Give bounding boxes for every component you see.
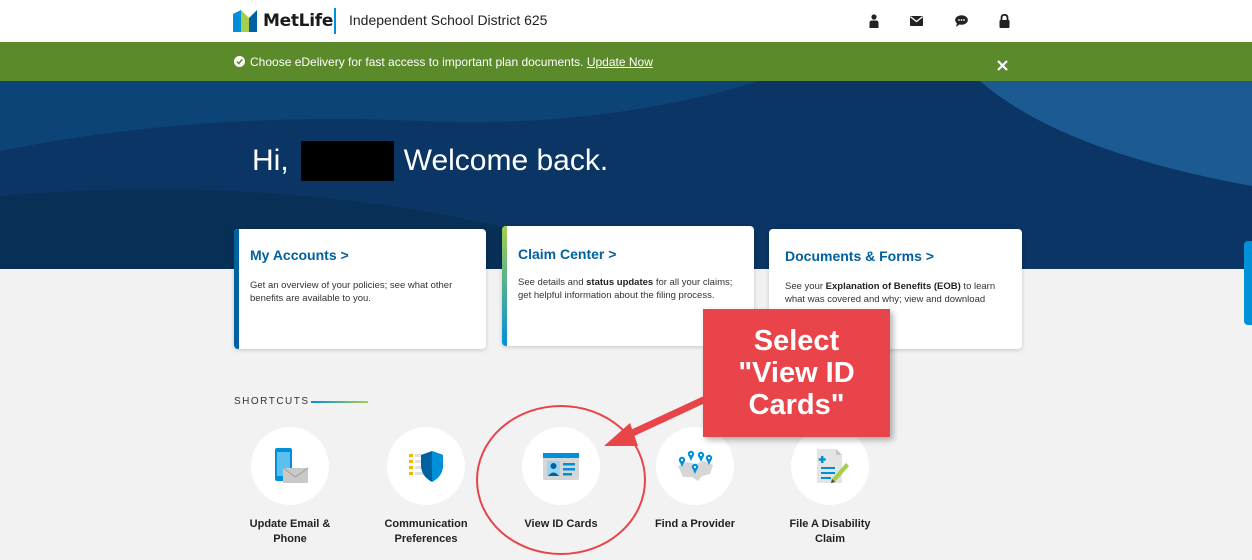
metlife-logo[interactable]: MetLife — [233, 9, 333, 33]
callout-line: Cards" — [748, 389, 845, 421]
header-divider — [334, 8, 336, 34]
my-accounts-title[interactable]: My Accounts > — [250, 247, 349, 263]
mail-icon[interactable] — [908, 13, 924, 29]
check-circle-icon — [234, 56, 245, 67]
doc-pen-icon — [791, 427, 869, 505]
shortcut-label: Update Email & Phone — [249, 518, 331, 545]
documents-forms-title[interactable]: Documents & Forms > — [785, 248, 934, 264]
claim-center-description: See details and status updates for all y… — [518, 276, 732, 302]
shortcut-view-id-cards[interactable]: View ID Cards — [501, 427, 621, 532]
shortcut-label: File A Disability Claim — [789, 518, 871, 545]
documents-forms-description: See your Explanation of Benefits (EOB) t… — [785, 280, 995, 306]
card-desc-line: See details and status updates for all y… — [518, 277, 733, 288]
banner-text: Choose eDelivery for fast access to impo… — [250, 55, 584, 69]
phone-mail-icon — [251, 427, 329, 505]
brand-name: MetLife — [263, 11, 334, 31]
lock-icon[interactable] — [996, 13, 1012, 29]
metlife-logo-mark-icon — [233, 10, 257, 32]
banner-message: Choose eDelivery for fast access to impo… — [250, 55, 653, 69]
card-desc-line: benefits are available to you. — [250, 293, 371, 304]
id-card-icon — [522, 427, 600, 505]
card-accent-bar — [502, 226, 507, 346]
shortcut-update-email-phone[interactable]: Update Email & Phone — [230, 427, 350, 547]
my-accounts-description: Get an overview of your policies; see wh… — [250, 279, 452, 305]
chat-icon[interactable] — [953, 13, 969, 29]
shortcut-label: Communication Preferences — [384, 518, 468, 545]
shortcut-find-a-provider[interactable]: Find a Provider — [635, 427, 755, 532]
claim-center-title[interactable]: Claim Center > — [518, 246, 616, 262]
card-desc-line: Get an overview of your policies; see wh… — [250, 280, 453, 291]
redacted-name — [300, 141, 394, 181]
shield-doc-icon — [387, 427, 465, 505]
shortcut-file-disability-claim[interactable]: File A Disability Claim — [770, 427, 890, 547]
person-icon[interactable] — [866, 13, 882, 29]
card-desc-line: See your Explanation of Benefits (EOB) t… — [785, 281, 996, 292]
update-now-link[interactable]: Update Now — [587, 55, 653, 69]
close-icon — [997, 60, 1008, 71]
card-desc-line: what was covered and why; view and downl… — [785, 294, 986, 305]
page: MetLife Independent School District 625 … — [0, 0, 1252, 560]
map-pins-icon — [656, 427, 734, 505]
organization-name: Independent School District 625 — [349, 12, 548, 28]
my-accounts-card[interactable]: My Accounts > Get an overview of your po… — [234, 229, 486, 349]
top-header: MetLife Independent School District 625 — [0, 0, 1252, 42]
edelivery-banner: Choose eDelivery for fast access to impo… — [0, 42, 1252, 81]
welcome-greeting: Hi, Welcome back. — [252, 141, 608, 181]
annotation-callout: Select "View ID Cards" — [703, 309, 890, 437]
shortcuts-underline — [311, 401, 368, 403]
greeting-suffix: Welcome back. — [403, 144, 609, 177]
shortcuts-heading: SHORTCUTS — [234, 396, 310, 407]
shortcut-communication-preferences[interactable]: Communication Preferences — [366, 427, 486, 547]
greeting-prefix: Hi, — [252, 144, 289, 177]
shortcut-label: View ID Cards — [524, 518, 598, 530]
card-accent-bar — [234, 229, 239, 349]
side-tab-handle[interactable] — [1244, 241, 1252, 325]
shortcut-label: Find a Provider — [654, 518, 736, 530]
banner-close-button[interactable] — [997, 58, 1008, 76]
card-desc-line: get helpful information about the filing… — [518, 290, 715, 301]
callout-line: Select — [753, 325, 840, 357]
callout-line: "View ID — [738, 357, 855, 389]
